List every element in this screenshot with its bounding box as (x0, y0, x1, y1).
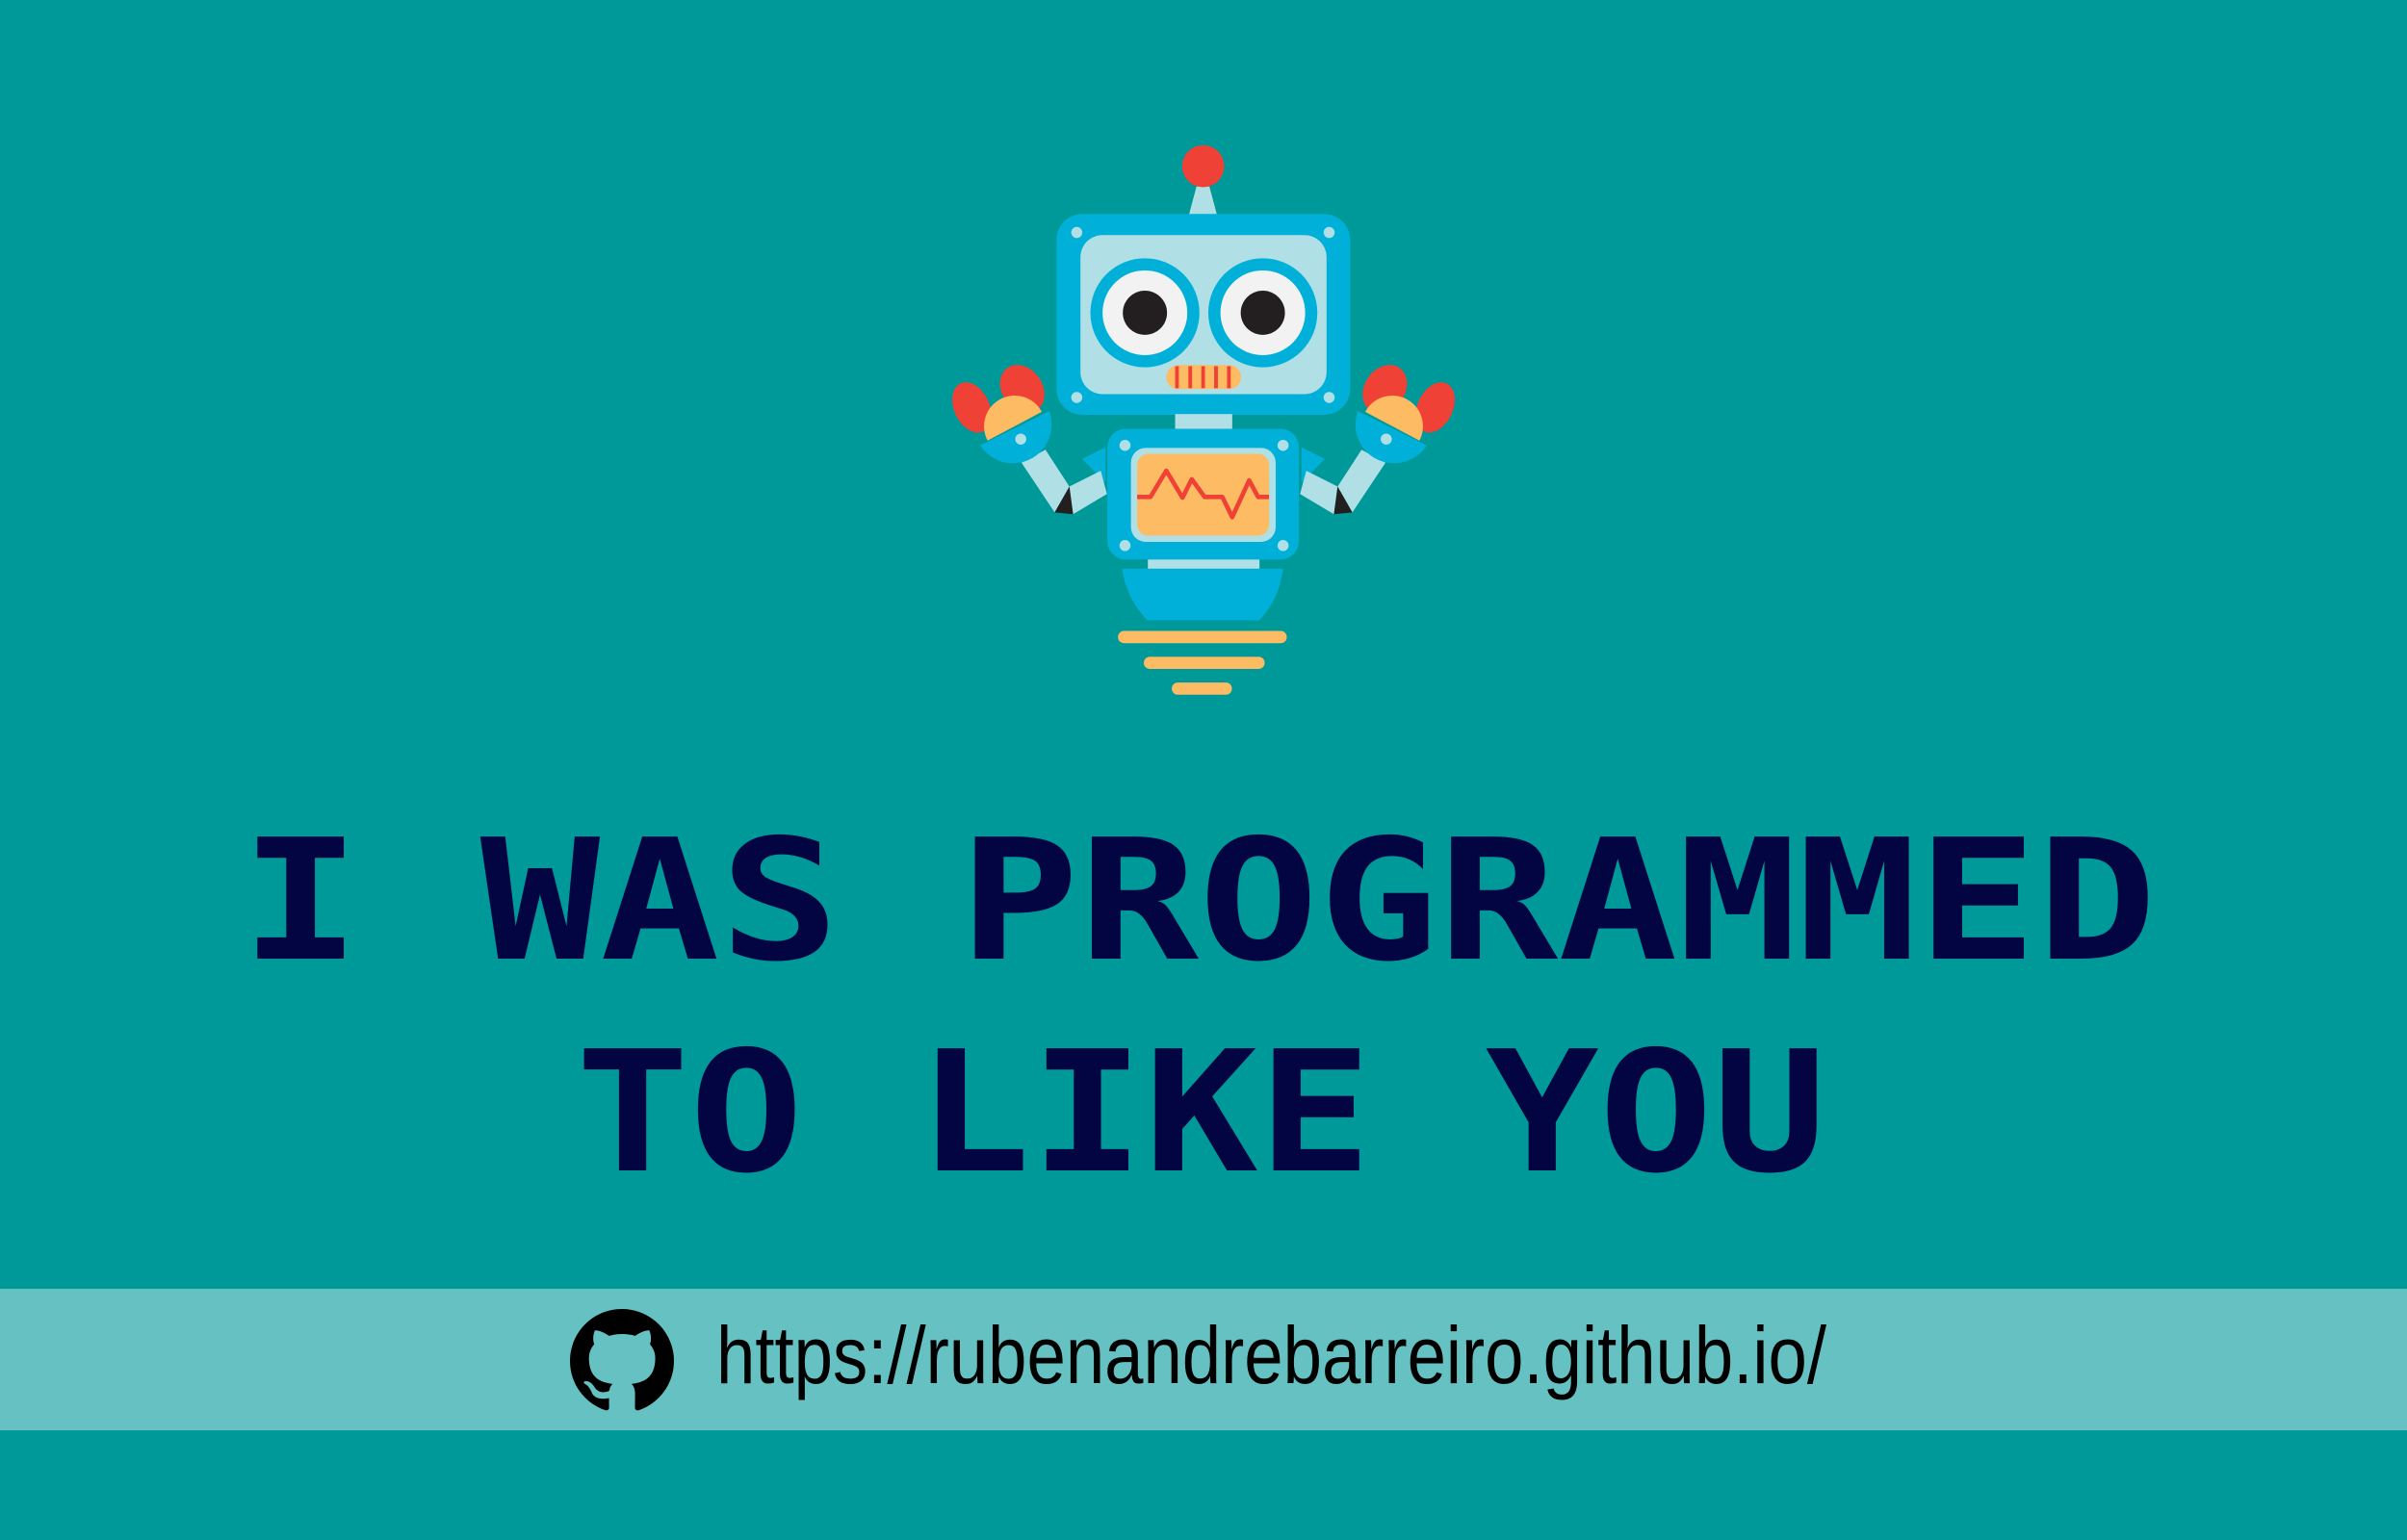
headline: I WAS PROGRAMMED TO LIKE YOU (241, 804, 2157, 1211)
headline-line-1: I WAS PROGRAMMED (241, 804, 2157, 999)
github-icon[interactable] (570, 1309, 674, 1413)
website-link[interactable]: https://rubenandrebarreiro.github.io/ (712, 1289, 1839, 1430)
website-url[interactable]: https://rubenandrebarreiro.github.io/ (716, 1310, 1827, 1400)
headline-line-2: TO LIKE YOU (576, 1015, 1826, 1211)
